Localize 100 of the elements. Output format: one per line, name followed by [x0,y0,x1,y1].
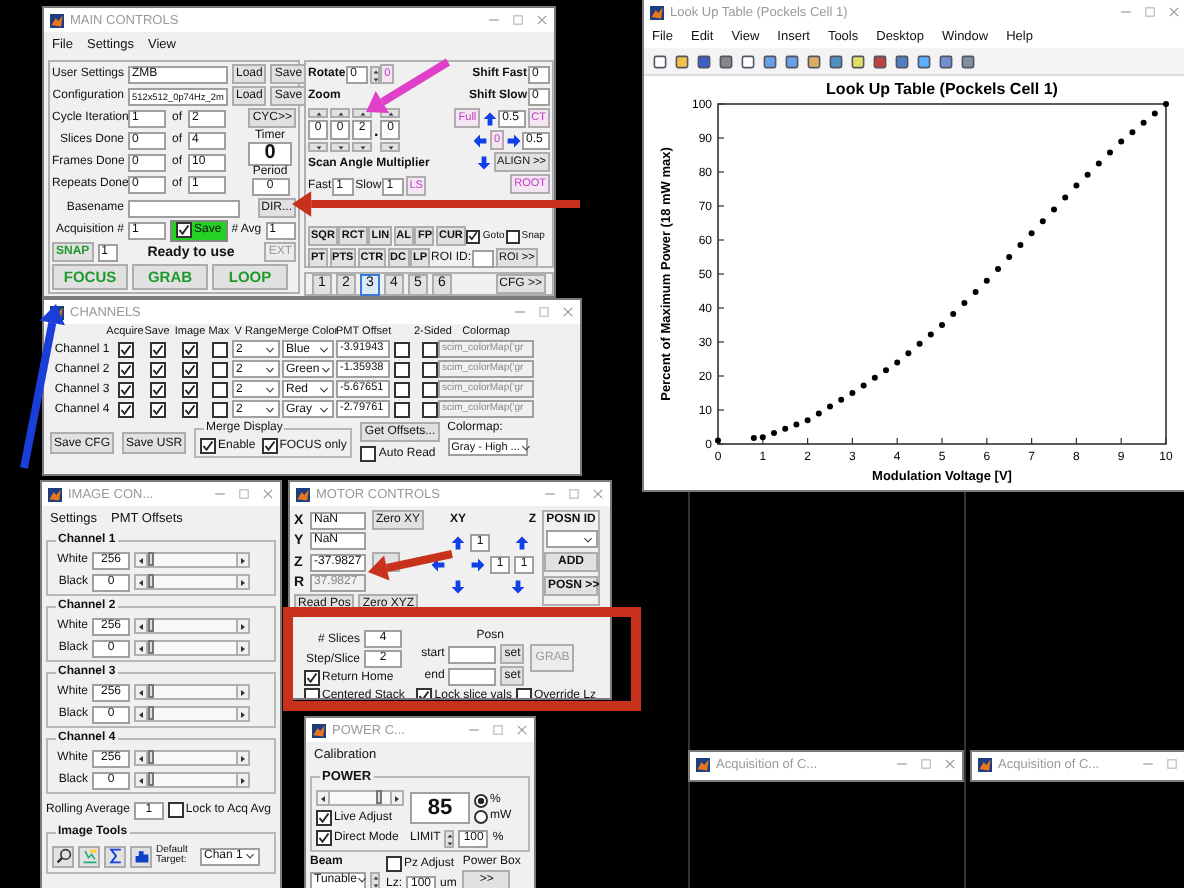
two-sided-checkbox[interactable] [421,341,437,357]
increment-button[interactable] [308,108,328,118]
scroll-left-button[interactable] [134,618,148,634]
image-checkbox[interactable] [182,401,198,417]
close-icon[interactable] [536,14,548,26]
save-checkbox[interactable] [149,381,165,397]
power-slider[interactable] [330,790,390,806]
decrement-button[interactable] [308,142,328,152]
close-icon[interactable] [516,724,528,736]
offset-checkbox[interactable] [394,361,410,377]
start-field[interactable] [448,645,497,663]
close-icon[interactable] [592,488,604,500]
data-point [1118,138,1125,145]
basename-field[interactable] [128,199,240,217]
data-point [804,417,811,424]
acquire-checkbox[interactable] [117,381,133,397]
level-slider[interactable] [148,750,236,766]
roi-id-field[interactable] [472,249,495,267]
down-arrow-icon[interactable] [450,577,467,595]
scroll-right-button[interactable] [236,706,250,722]
level-slider[interactable] [148,684,236,700]
level-slider[interactable] [148,772,236,788]
save-checkbox[interactable] [149,341,165,357]
max-checkbox[interactable] [211,401,227,417]
level-slider[interactable] [148,706,236,722]
power-field[interactable]: 85 [410,792,470,824]
data-point [782,425,789,432]
scroll-right-button[interactable] [236,684,250,700]
image-checkbox[interactable] [182,361,198,377]
acquire-checkbox[interactable] [117,341,133,357]
increment-button[interactable] [330,108,350,118]
save-checkbox[interactable] [149,401,165,417]
right-arrow-icon[interactable] [505,131,521,149]
image-checkbox[interactable] [182,381,198,397]
left-triangle-icon [136,577,146,587]
close-icon[interactable] [1168,6,1180,18]
level-slider[interactable] [148,640,236,656]
up-arrow-icon[interactable] [514,533,531,551]
close-icon[interactable] [562,306,574,318]
down-arrow-icon[interactable] [510,577,527,595]
offset-checkbox[interactable] [394,341,410,357]
sum-tool-button[interactable] [104,845,126,867]
data-point [1017,242,1024,249]
level-slider[interactable] [148,552,236,568]
down-triangle-icon [371,75,380,83]
acquire-checkbox[interactable] [117,361,133,377]
offset-checkbox[interactable] [394,381,410,397]
close-icon[interactable] [262,488,274,500]
down-triangle-icon [372,881,380,888]
decrement-button[interactable] [352,142,372,152]
down-arrow-icon[interactable] [476,153,493,171]
end-field[interactable] [448,667,497,685]
close-icon[interactable] [944,758,956,770]
spinner[interactable] [444,829,455,847]
checkmark-icon [306,672,318,684]
zoom-tool-button[interactable] [52,845,74,867]
scroll-right-button[interactable] [236,552,250,568]
two-sided-checkbox[interactable] [421,361,437,377]
acquire-checkbox[interactable] [117,401,133,417]
right-arrow-icon[interactable] [470,555,487,573]
image-checkbox[interactable] [182,341,198,357]
position-dropdown[interactable] [545,530,598,548]
max-checkbox[interactable] [211,381,227,397]
save-checkbox[interactable] [176,222,192,238]
spinner[interactable] [369,65,380,83]
up-arrow-icon[interactable] [450,533,467,551]
decrement-button[interactable] [330,142,350,152]
caret-icon [356,874,369,886]
histogram-tool-button[interactable] [130,845,152,867]
level-slider[interactable] [148,574,236,590]
data-point [1084,171,1091,178]
scroll-right-button[interactable] [236,618,250,634]
data-point [827,403,833,410]
left-arrow-icon[interactable] [430,555,447,573]
up-arrow-icon[interactable] [481,109,498,127]
scroll-left-button[interactable] [134,640,148,656]
decrement-button[interactable] [380,142,401,152]
two-sided-checkbox[interactable] [421,401,437,417]
scroll-right-button[interactable] [236,772,250,788]
offset-checkbox[interactable] [394,401,410,417]
two-sided-checkbox[interactable] [421,381,437,397]
level-slider[interactable] [148,618,236,634]
scroll-left-button[interactable] [134,552,148,568]
scroll-left-button[interactable] [134,772,148,788]
spinner[interactable] [370,871,380,888]
up-triangle-icon [385,109,396,117]
scroll-left-button[interactable] [134,750,148,766]
max-checkbox[interactable] [211,341,227,357]
scroll-right-button[interactable] [236,750,250,766]
max-checkbox[interactable] [211,361,227,377]
save-checkbox[interactable] [149,361,165,377]
scroll-left-button[interactable] [316,790,330,806]
scroll-left-button[interactable] [134,574,148,590]
scroll-right-button[interactable] [236,640,250,656]
scroll-right-button[interactable] [236,574,250,590]
scroll-left-button[interactable] [134,684,148,700]
scroll-left-button[interactable] [134,706,148,722]
down-triangle-icon [313,143,323,151]
left-arrow-icon[interactable] [472,131,489,149]
scroll-right-button[interactable] [390,790,404,806]
